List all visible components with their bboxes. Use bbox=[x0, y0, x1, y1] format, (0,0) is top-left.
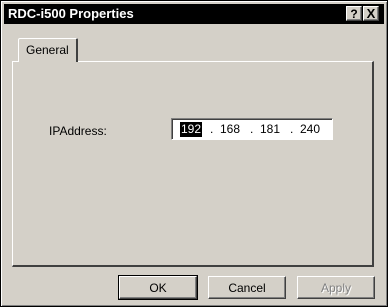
ip-octet-1[interactable]: 192 bbox=[180, 122, 203, 137]
cancel-button[interactable]: Cancel bbox=[208, 276, 286, 299]
ip-octet-2[interactable]: 168 bbox=[220, 122, 240, 137]
tab-general[interactable]: General bbox=[18, 38, 78, 62]
ip-separator-2: . bbox=[250, 122, 254, 136]
close-icon: X bbox=[366, 5, 376, 21]
apply-button[interactable]: Apply bbox=[297, 276, 375, 299]
ip-address-label: IPAddress: bbox=[49, 124, 107, 138]
properties-dialog: RDC-i500 Properties ? X General IPAddres… bbox=[0, 0, 388, 307]
title-bar[interactable]: RDC-i500 Properties ? X bbox=[4, 4, 384, 24]
ip-address-field[interactable]: 192 . 168 . 181 . 240 bbox=[171, 118, 333, 140]
ip-separator-1: . bbox=[210, 122, 214, 136]
tab-connector bbox=[19, 60, 76, 63]
ip-octet-3[interactable]: 181 bbox=[260, 122, 280, 137]
help-icon: ? bbox=[350, 6, 358, 21]
ip-separator-3: . bbox=[290, 122, 294, 136]
tab-general-label: General bbox=[26, 43, 69, 57]
ip-octet-4[interactable]: 240 bbox=[300, 122, 320, 137]
close-button[interactable]: X bbox=[363, 6, 379, 21]
window-title: RDC-i500 Properties bbox=[8, 6, 134, 21]
general-tab-panel bbox=[12, 61, 374, 267]
ok-button[interactable]: OK bbox=[118, 275, 198, 300]
help-button[interactable]: ? bbox=[346, 6, 362, 21]
